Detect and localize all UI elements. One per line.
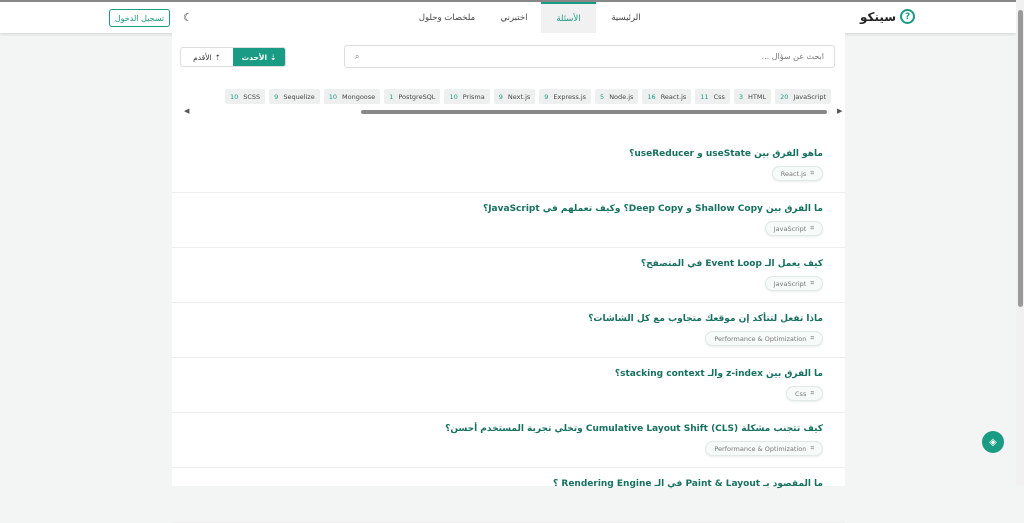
question-tag-label: React.js: [780, 169, 807, 178]
question-tag-label: Css: [795, 389, 807, 398]
question-tag[interactable]: ⌗ Performance & Optimization: [705, 441, 823, 456]
sort-oldest-label: الأقدم: [193, 52, 212, 62]
palette-icon: ◈: [989, 436, 997, 448]
question-tag[interactable]: ⌗ JavaScript: [764, 276, 823, 291]
nav-home[interactable]: الرئيسية: [598, 2, 654, 33]
scrollbar-thumb[interactable]: [1018, 10, 1023, 307]
question-item[interactable]: ماهو الفرق بين useState و useReducer؟ ⌗ Re…: [172, 138, 845, 193]
question-title[interactable]: كيف تتجنب مشكلة Cumulative Layout Shift …: [445, 424, 823, 434]
tag-label: Mongoose: [342, 92, 376, 101]
tag-icon: ⌗: [810, 224, 814, 232]
sort-desc-icon: ⇣: [270, 52, 277, 62]
tag-count: 10: [328, 92, 337, 101]
question-title[interactable]: كيف يعمل الـ Event Loop في المتصفح؟: [641, 259, 823, 269]
tag-label: Sequelize: [283, 92, 315, 101]
question-bubble-icon: ?: [900, 9, 916, 24]
tag-count: 5: [600, 92, 605, 101]
question-tag-label: Performance & Optimization: [714, 444, 807, 453]
sort-newest-button[interactable]: الأحدث ⇣: [233, 48, 285, 66]
tag-label: SCSS: [243, 92, 261, 101]
sort-toggle: الأقدم ⇡ الأحدث ⇣: [180, 47, 286, 67]
question-item[interactable]: كيف يعمل الـ Event Loop في المتصفح؟ ⌗ Java…: [172, 248, 845, 303]
login-button[interactable]: تسجيل الدخول: [109, 9, 170, 27]
question-tag-label: JavaScript: [773, 279, 807, 288]
question-item[interactable]: ما الفرق بين Shallow Copy و Deep Copy؟ و…: [172, 193, 845, 248]
question-tag-label: Performance & Optimization: [714, 334, 807, 343]
sort-oldest-button[interactable]: الأقدم ⇡: [181, 48, 233, 66]
tag-icon: ⌗: [810, 444, 814, 452]
scroll-right-icon[interactable]: ▶: [837, 107, 842, 115]
tag-count: 9: [498, 92, 503, 101]
logo[interactable]: ? سينكو: [860, 9, 916, 24]
tag-count: 10: [449, 92, 458, 101]
tag-filter-chip[interactable]: 9 Express.js: [539, 89, 592, 104]
question-item[interactable]: ما المقصود بـ Paint & Layout في الـ Rend…: [172, 468, 845, 523]
tag-label: HTML: [748, 92, 767, 101]
tag-filter-chip[interactable]: 1 PostgreSQL: [384, 89, 441, 104]
question-tag[interactable]: ⌗ Performance & Optimization: [705, 331, 823, 346]
tag-label: Css: [713, 92, 725, 101]
tag-count: 1: [389, 92, 394, 101]
page-scrollbar[interactable]: [1016, 0, 1024, 486]
tag-filter-chip[interactable]: 9 Next.js: [493, 89, 536, 104]
question-tag-label: JavaScript: [773, 224, 807, 233]
nav-summaries[interactable]: ملخصات وحلول: [412, 2, 482, 33]
tag-count: 20: [780, 92, 789, 101]
tag-count: 11: [700, 92, 709, 101]
tag-count: 9: [544, 92, 549, 101]
tag-label: React.js: [660, 92, 687, 101]
question-title[interactable]: ما المقصود بـ Paint & Layout في الـ Rend…: [553, 479, 823, 489]
sort-asc-icon: ⇡: [214, 52, 221, 62]
sort-newest-label: الأحدث: [241, 52, 268, 62]
tag-filter-chip[interactable]: 10 Prisma: [444, 89, 490, 104]
tag-filter-chip[interactable]: 10 SCSS: [224, 89, 266, 104]
tag-count: 10: [229, 92, 239, 101]
tag-count: 9: [274, 92, 279, 101]
question-item[interactable]: كيف تتجنب مشكلة Cumulative Layout Shift …: [172, 413, 845, 468]
tag-icon: ⌗: [810, 334, 814, 342]
question-title[interactable]: ما الفرق بين Shallow Copy و Deep Copy؟ و…: [483, 204, 823, 214]
tag-filter-chip[interactable]: 11 Css: [695, 89, 730, 104]
nav-questions[interactable]: الأسئلة: [541, 2, 596, 33]
tag-filter-chip[interactable]: 16 React.js: [642, 89, 692, 104]
logo-text: سينكو: [860, 9, 897, 24]
tag-icon: ⌗: [810, 279, 814, 287]
tag-icon: ⌗: [810, 389, 814, 397]
tag-label: Node.js: [609, 92, 634, 101]
question-tag[interactable]: ⌗ Css: [786, 386, 823, 401]
tag-filter-chip[interactable]: 9 Sequelize: [269, 89, 320, 104]
search-icon: ⌕: [355, 51, 360, 61]
question-title[interactable]: ما الفرق بين z-index والـ stacking conte…: [615, 369, 823, 379]
tag-label: Next.js: [507, 92, 531, 101]
tag-icon: ⌗: [810, 169, 814, 177]
tag-count: 3: [738, 92, 744, 101]
question-item[interactable]: ماذا تفعل لتتأكد إن موقعك متجاوب مع كل ا…: [172, 303, 845, 358]
question-tag[interactable]: ⌗ React.js: [771, 166, 823, 181]
question-title[interactable]: ماهو الفرق بين useState و useReducer؟: [629, 149, 823, 159]
tag-label: Express.js: [553, 92, 587, 101]
accessibility-button[interactable]: ◈: [982, 431, 1004, 453]
question-item[interactable]: ما الفرق بين z-index والـ stacking conte…: [172, 358, 845, 413]
tag-count: 16: [647, 92, 656, 101]
question-title[interactable]: ماذا تفعل لتتأكد إن موقعك متجاوب مع كل ا…: [588, 314, 823, 324]
tag-label: Prisma: [462, 92, 485, 101]
tags-scrollbar[interactable]: ◀ ▶: [184, 107, 842, 115]
dark-mode-toggle-icon[interactable]: ☾: [183, 11, 193, 24]
tag-label: JavaScript: [793, 92, 826, 101]
tag-label: PostgreSQL: [398, 92, 436, 101]
tag-filter-list: 20 JavaScript 3 HTML 11 Css 16 React.js 5 Node.js…: [224, 89, 831, 104]
tag-filter-chip[interactable]: 20 JavaScript: [775, 89, 831, 104]
tag-filter-chip[interactable]: 3 HTML: [733, 89, 772, 104]
header: ? سينكو الرئيسية الأسئلة اختبرني ملخصات و…: [0, 0, 1016, 33]
tag-filter-chip[interactable]: 10 Mongoose: [323, 89, 381, 104]
search-placeholder: ابحث عن سؤال ...: [761, 52, 824, 61]
nav-quiz[interactable]: اختبرني: [494, 2, 534, 33]
main-content: ابحث عن سؤال ... ⌕ الأقدم ⇡ الأحدث ⇣ 20 Java…: [172, 33, 845, 523]
tag-filter-chip[interactable]: 5 Node.js: [595, 89, 639, 104]
scrollbar-thumb[interactable]: [361, 110, 827, 114]
search-input[interactable]: ابحث عن سؤال ... ⌕: [344, 45, 835, 68]
scroll-left-icon[interactable]: ◀: [184, 107, 189, 115]
question-tag[interactable]: ⌗ JavaScript: [764, 221, 823, 236]
